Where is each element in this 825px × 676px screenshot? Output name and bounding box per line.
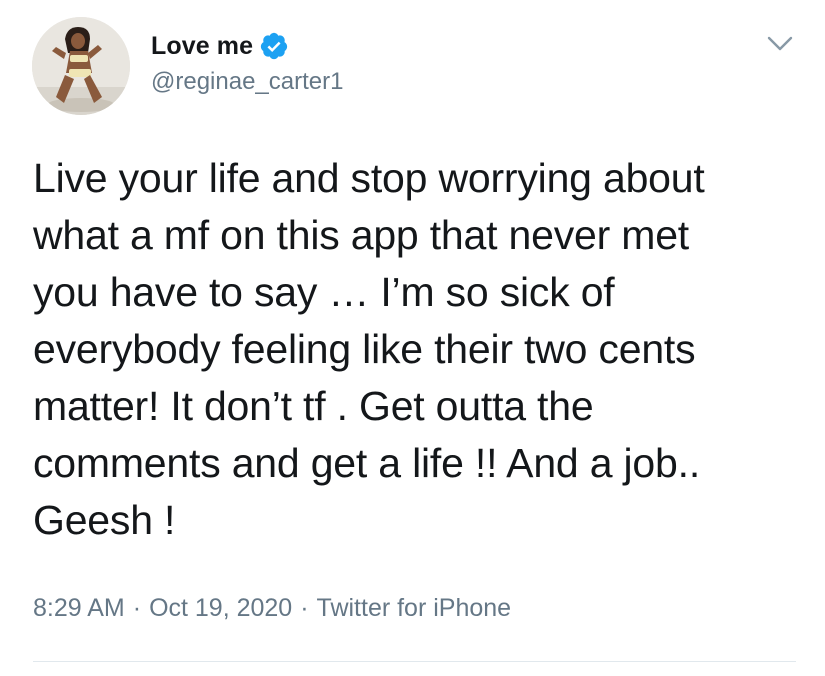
author-handle[interactable]: @reginae_carter1 <box>151 68 343 96</box>
meta-separator: · <box>132 594 142 622</box>
tweet-time[interactable]: 8:29 AM <box>33 594 125 622</box>
meta-separator: · <box>300 594 309 622</box>
verified-badge-icon <box>259 31 289 61</box>
author-name-row[interactable]: Love me <box>151 28 289 64</box>
divider <box>33 661 796 662</box>
tweet-date[interactable]: Oct 19, 2020 <box>149 594 292 622</box>
avatar-image <box>32 17 130 115</box>
chevron-down-icon[interactable] <box>764 30 796 56</box>
tweet-source[interactable]: Twitter for iPhone <box>317 594 512 622</box>
tweet-text: Live your life and stop worrying about w… <box>33 155 705 543</box>
avatar[interactable] <box>32 17 130 115</box>
tweet-metadata: 8:29 AM · Oct 19, 2020 · Twitter for iPhone <box>33 594 511 623</box>
tweet: Love me @reginae_carter1 Live your life … <box>0 0 825 676</box>
author-display-name[interactable]: Love me <box>151 32 253 61</box>
